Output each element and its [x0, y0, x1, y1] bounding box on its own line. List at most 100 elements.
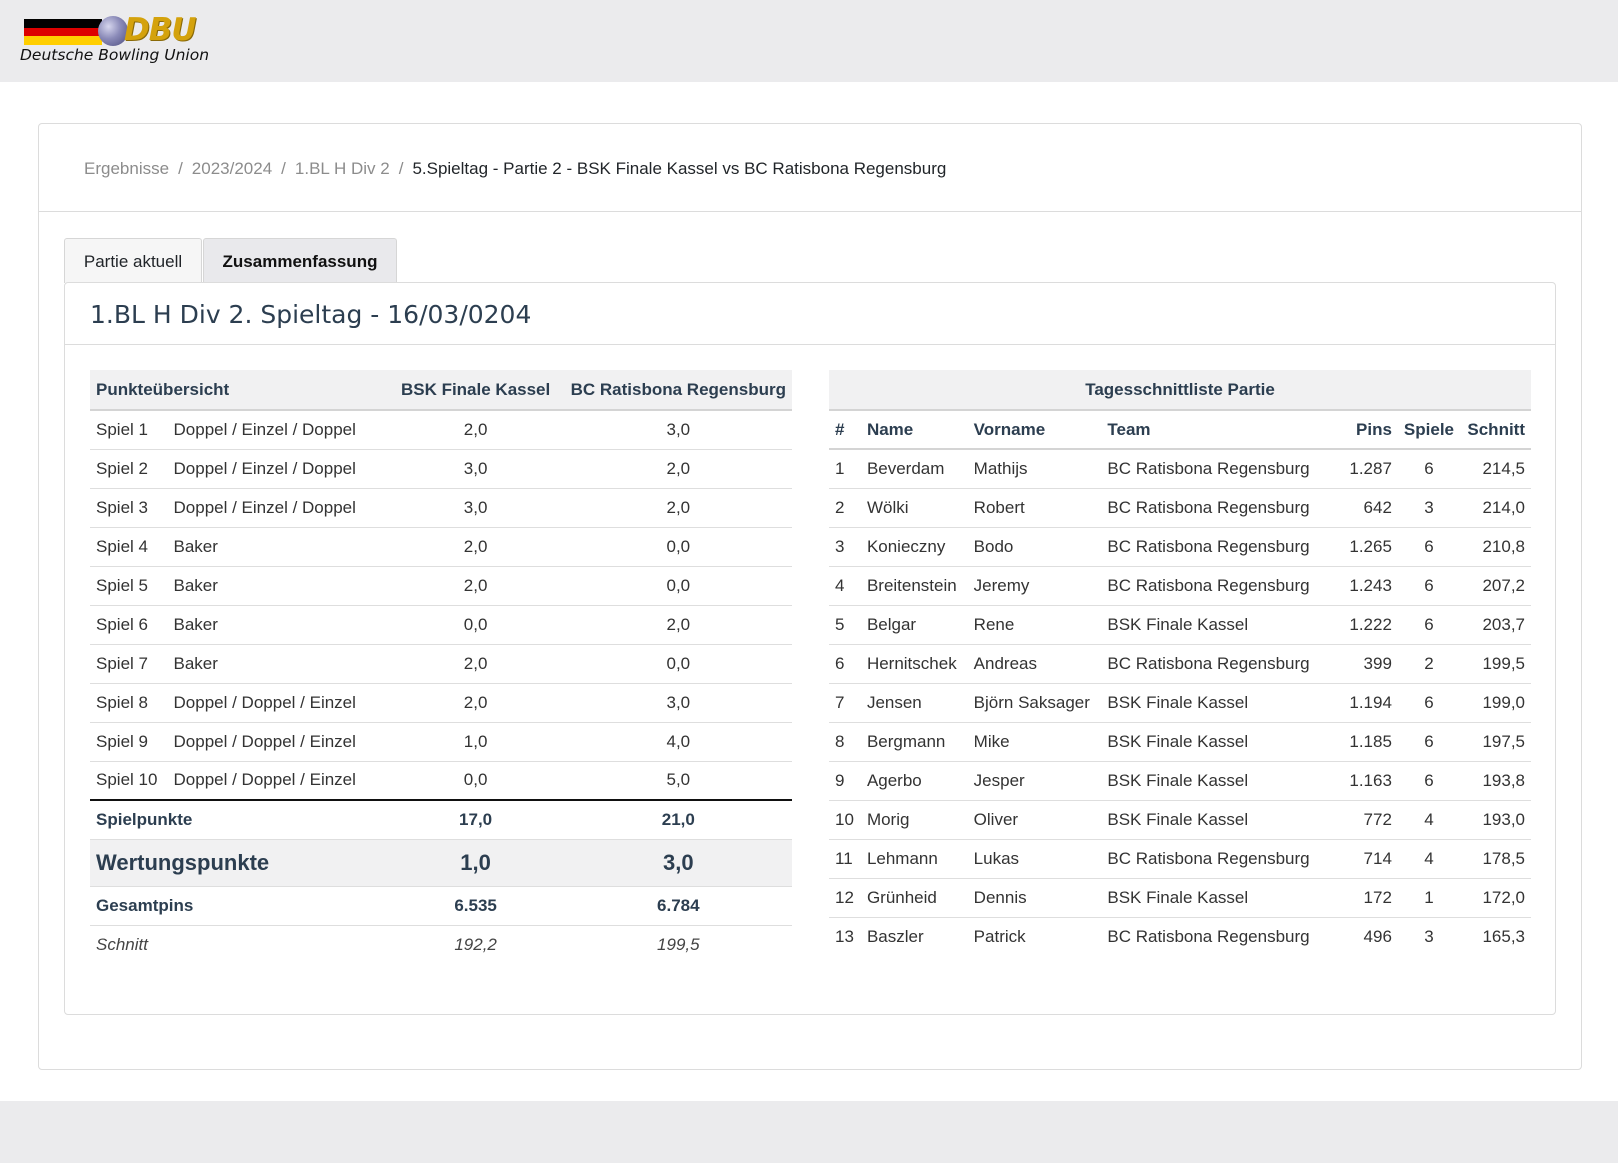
breadcrumb-item-ergebnisse[interactable]: Ergebnisse: [84, 159, 169, 178]
player-games: 3: [1424, 926, 1434, 946]
team-b-points: 4,0: [564, 722, 792, 762]
game-number: Spiel 6: [90, 605, 168, 645]
player-pins: 772: [1324, 800, 1398, 840]
player-games: 6: [1397, 722, 1461, 762]
flag-stripe-red: [24, 27, 102, 37]
player-name: Wölki: [860, 488, 968, 528]
game-type: Doppel / Doppel / Einzel: [167, 683, 387, 723]
player-rank: 7: [829, 683, 861, 723]
player-first-name: Bodo: [967, 527, 1102, 567]
player-name: Belgar: [860, 605, 968, 645]
breadcrumb-item-league[interactable]: 1.BL H Div 2: [295, 159, 390, 178]
game-number: Spiel 9: [90, 722, 168, 762]
player-pins: 172: [1324, 878, 1398, 918]
player-average: 207,2: [1460, 566, 1531, 606]
header-team-b: BC Ratisbona Regensburg: [564, 370, 792, 411]
points-table-header: Punkteübersicht BSK Finale Kassel BC Rat…: [90, 370, 792, 411]
player-pins: 496: [1363, 926, 1392, 946]
spielpunkte-team-a: 17,0: [386, 800, 565, 840]
game-row: Spiel 1 Doppel / Einzel / Doppel 2,0 3,0: [90, 410, 792, 450]
team-a-points: 2,0: [386, 644, 565, 684]
player-first-name: Patrick: [973, 926, 1026, 946]
player-name: Hernitschek: [860, 644, 968, 684]
tab-partie-aktuell[interactable]: Partie aktuell: [64, 238, 202, 283]
flag-stripe-gold: [24, 36, 102, 45]
game-type: Doppel / Doppel / Einzel: [167, 722, 387, 762]
average-table-header: # Name Vorname Team Pins Spiele Schnitt: [829, 410, 1531, 450]
player-pins: 1.265: [1324, 527, 1398, 567]
player-rank: 13: [835, 926, 854, 946]
player-average: 214,5: [1460, 449, 1531, 489]
breadcrumb-separator: /: [398, 159, 404, 178]
header-first-name: Vorname: [967, 410, 1102, 450]
player-team: BC Ratisbona Regensburg: [1101, 839, 1325, 879]
player-name: Lehmann: [860, 839, 968, 879]
team-b-points: 2,0: [564, 488, 792, 528]
team-a-points: 0,0: [386, 761, 565, 801]
main-card: Ergebnisse / 2023/2024 / 1.BL H Div 2 / 5.Spie…: [38, 123, 1582, 1070]
player-games: 3: [1397, 488, 1461, 528]
player-team: BSK Finale Kassel: [1101, 878, 1325, 918]
player-rank: 9: [829, 761, 861, 801]
wertungspunkte-label: Wertungspunkte: [90, 839, 387, 887]
breadcrumb: Ergebnisse / 2023/2024 / 1.BL H Div 2 / 5.Spie…: [84, 159, 946, 179]
player-first-name: Mike: [967, 722, 1102, 762]
player-first-name: Mathijs: [967, 449, 1102, 489]
card-header: Ergebnisse / 2023/2024 / 1.BL H Div 2 / 5.Spie…: [39, 124, 1581, 212]
game-row: Spiel 10 Doppel / Doppel / Einzel 0,0 5,0: [90, 761, 792, 801]
dbu-logo[interactable]: DBU Deutsche Bowling Union: [20, 12, 210, 70]
player-pins: 1.163: [1324, 761, 1398, 801]
tab-zusammenfassung[interactable]: Zusammenfassung: [203, 238, 397, 283]
player-average: 172,0: [1460, 878, 1531, 918]
game-row: Spiel 3 Doppel / Einzel / Doppel 3,0 2,0: [90, 488, 792, 528]
game-row: Spiel 6 Baker 0,0 2,0: [90, 605, 792, 645]
team-a-points: 3,0: [386, 488, 565, 528]
team-a-points: 2,0: [386, 566, 565, 606]
team-a-points: 2,0: [386, 683, 565, 723]
player-average: 193,0: [1460, 800, 1531, 840]
breadcrumb-separator: /: [178, 159, 183, 178]
player-rank: 5: [829, 605, 861, 645]
game-type: Baker: [167, 605, 387, 645]
game-row: Spiel 5 Baker 2,0 0,0: [90, 566, 792, 606]
panel-header: 1.BL H Div 2. Spieltag - 16/03/0204: [65, 283, 1555, 345]
spielpunkte-label: Spielpunkte: [90, 800, 387, 840]
player-rank: 12: [829, 878, 861, 918]
player-team: BSK Finale Kassel: [1101, 722, 1325, 762]
schnitt-team-b: 199,5: [657, 934, 700, 954]
game-type: Doppel / Einzel / Doppel: [167, 449, 387, 489]
player-rank: 11: [829, 839, 861, 879]
logo-mark: DBU: [124, 12, 197, 48]
player-row: 6 Hernitschek Andreas BC Ratisbona Regensbu…: [829, 644, 1531, 684]
player-rank: 1: [829, 449, 861, 489]
panel-title: 1.BL H Div 2. Spieltag - 16/03/0204: [90, 300, 532, 329]
header-team: Team: [1101, 410, 1325, 450]
wertungspunkte-team-a: 1,0: [386, 839, 565, 887]
player-first-name: Dennis: [967, 878, 1102, 918]
header-name: Name: [860, 410, 968, 450]
player-pins: 642: [1324, 488, 1398, 528]
team-a-points: 2,0: [386, 527, 565, 567]
player-team: BC Ratisbona Regensburg: [1101, 566, 1325, 606]
game-type: Baker: [167, 644, 387, 684]
breadcrumb-current: 5.Spieltag - Partie 2 - BSK Finale Kasse…: [412, 159, 947, 178]
player-average: 165,3: [1482, 926, 1525, 946]
player-team: BC Ratisbona Regensburg: [1101, 527, 1325, 567]
player-first-name: Lukas: [967, 839, 1102, 879]
player-team: BSK Finale Kassel: [1101, 683, 1325, 723]
game-type: Doppel / Einzel / Doppel: [167, 488, 387, 528]
logo-tagline: Deutsche Bowling Union: [20, 46, 210, 64]
player-games: 1: [1397, 878, 1461, 918]
schnitt-row: Schnitt 192,2 199,5: [90, 925, 792, 964]
player-average: 199,5: [1460, 644, 1531, 684]
player-name: Grünheid: [860, 878, 968, 918]
breadcrumb-item-season[interactable]: 2023/2024: [192, 159, 272, 178]
average-table: Tagesschnittliste Partie # Name Vorname …: [829, 370, 1531, 956]
player-average: 210,8: [1460, 527, 1531, 567]
player-team: BC Ratisbona Regensburg: [1101, 488, 1325, 528]
game-type: Baker: [167, 566, 387, 606]
team-b-points: 2,0: [564, 449, 792, 489]
player-games: 6: [1397, 527, 1461, 567]
player-rank: 3: [829, 527, 861, 567]
player-average: 197,5: [1460, 722, 1531, 762]
